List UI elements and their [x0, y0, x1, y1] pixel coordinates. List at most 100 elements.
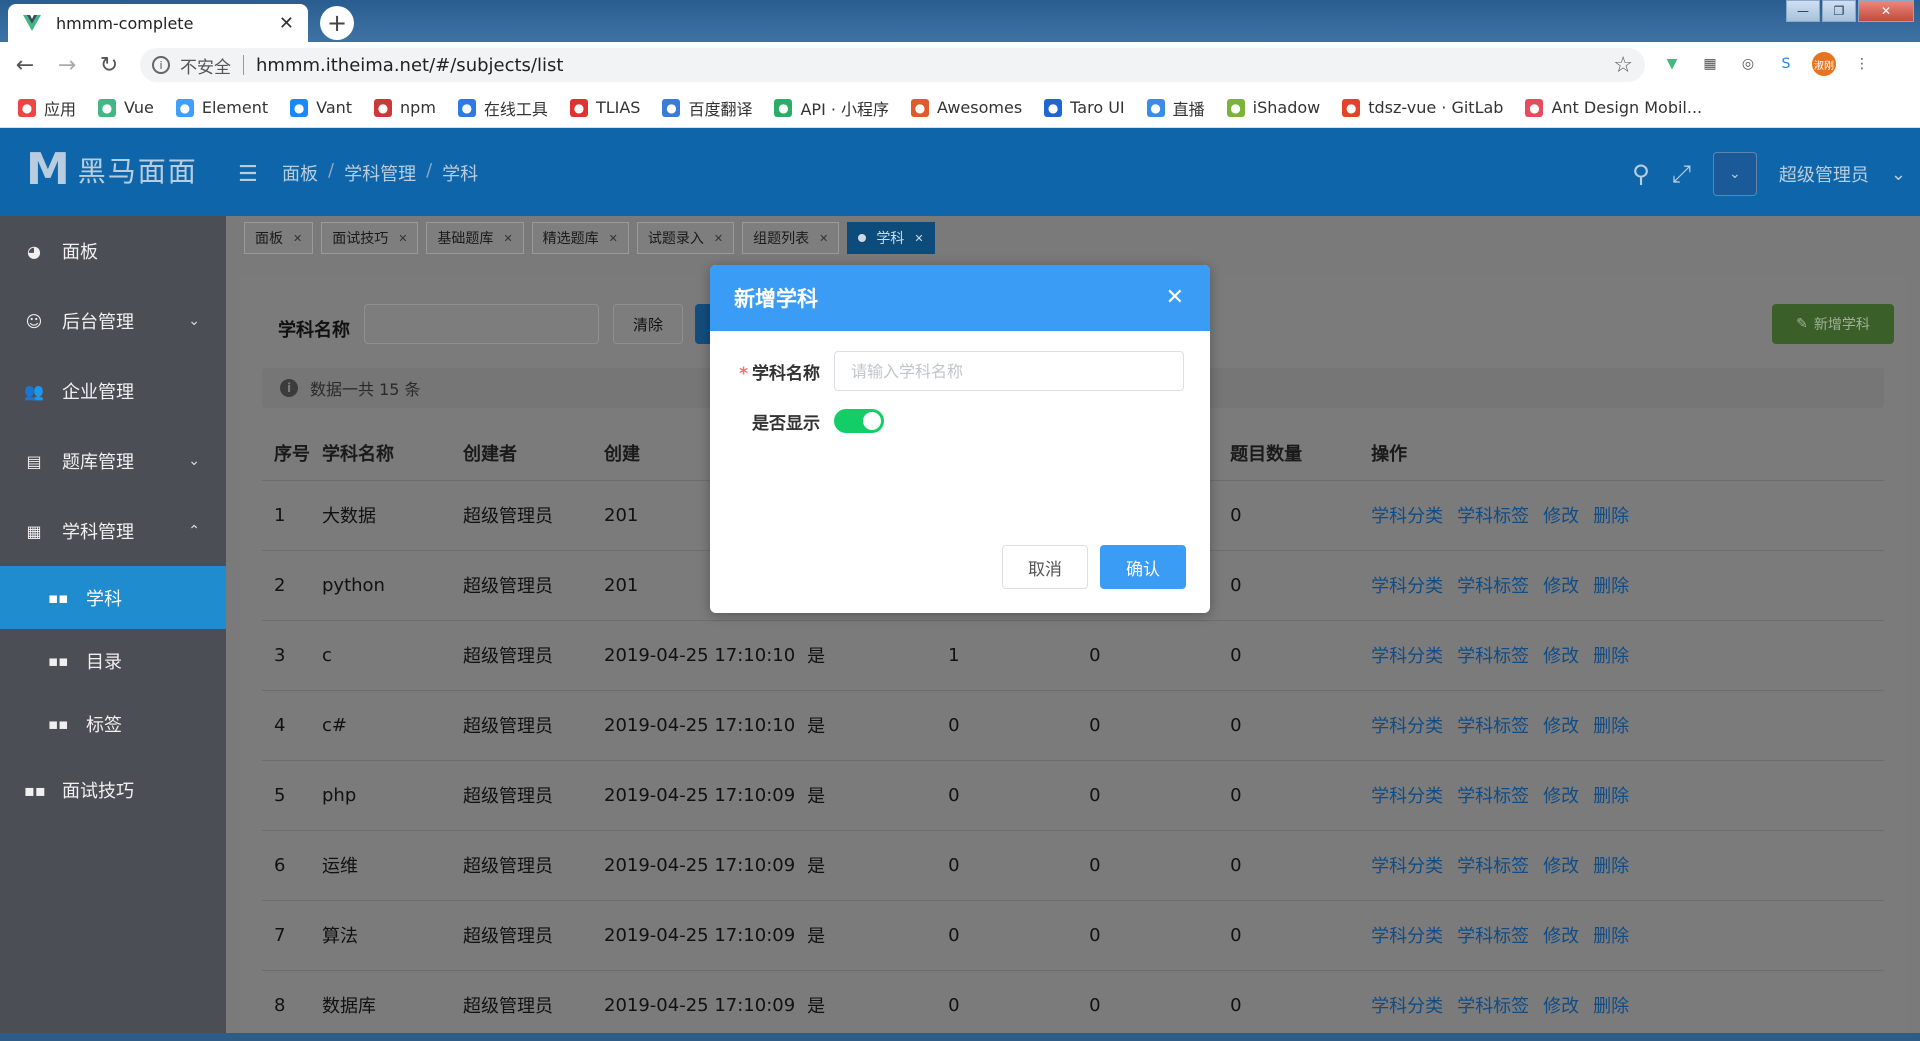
row-action-link[interactable]: 学科分类 — [1371, 926, 1443, 947]
confirm-button[interactable]: 确认 — [1100, 545, 1186, 589]
bookmark-item[interactable]: ● Vue — [98, 98, 154, 117]
row-action-link[interactable]: 修改 — [1543, 926, 1579, 947]
row-action-link[interactable]: 删除 — [1593, 926, 1629, 947]
bookmark-item[interactable]: ● Awesomes — [911, 98, 1022, 117]
new-tab-button[interactable]: + — [320, 6, 354, 40]
bookmark-star-icon[interactable]: ☆ — [1613, 53, 1633, 78]
bookmark-item[interactable]: ● npm — [374, 98, 436, 117]
bookmark-item[interactable]: ● 百度翻译 — [662, 96, 752, 120]
sidebar-item-interview[interactable]: ▪▪ 面试技巧 — [0, 755, 226, 825]
browser-tab[interactable]: hmmm-complete ✕ — [8, 4, 308, 42]
tag-item[interactable]: 面试技巧 ✕ — [321, 222, 419, 254]
tag-item[interactable]: 面板 ✕ — [244, 222, 314, 254]
minimize-icon[interactable]: — — [1786, 0, 1820, 22]
row-action-link[interactable]: 学科分类 — [1371, 646, 1443, 667]
close-icon[interactable]: ✕ — [609, 232, 618, 245]
row-action-link[interactable]: 学科分类 — [1371, 856, 1443, 877]
sidebar-item-question-bank[interactable]: ▤ 题库管理 ⌄ — [0, 426, 226, 496]
bookmark-item[interactable]: ● API · 小程序 — [774, 96, 889, 120]
bookmark-item[interactable]: ● 在线工具 — [457, 96, 548, 120]
cancel-button[interactable]: 取消 — [1002, 545, 1088, 589]
back-icon[interactable]: ← — [8, 53, 42, 78]
url-field[interactable]: i 不安全 hmmm.itheima.net/#/subjects/list ☆ — [140, 48, 1645, 82]
sidebar-item-admin[interactable]: ☺ 后台管理 ⌄ — [0, 286, 226, 356]
row-action-link[interactable]: 学科分类 — [1371, 576, 1443, 597]
close-tab-icon[interactable]: ✕ — [279, 13, 294, 34]
row-action-link[interactable]: 删除 — [1593, 506, 1629, 527]
sidebar-subitem-subject[interactable]: ▪▪ 学科 — [0, 566, 226, 629]
row-action-link[interactable]: 学科标签 — [1457, 856, 1529, 877]
menu-kebab-icon[interactable]: ⋮ — [1850, 52, 1874, 76]
close-icon[interactable]: ✕ — [819, 232, 828, 245]
window-close-icon[interactable]: ✕ — [1858, 0, 1914, 22]
tag-item[interactable]: 组题列表 ✕ — [742, 222, 840, 254]
bookmark-item[interactable]: ● Ant Design Mobil... — [1525, 98, 1702, 117]
bookmark-item[interactable]: ● tdsz-vue · GitLab — [1342, 98, 1503, 117]
sidebar-item-subject-mgmt[interactable]: ▦ 学科管理 ⌃ — [0, 496, 226, 566]
fullscreen-icon[interactable]: ⤢ — [1672, 160, 1691, 188]
collapse-menu-icon[interactable]: ☰ — [238, 162, 258, 187]
row-action-link[interactable]: 修改 — [1543, 646, 1579, 667]
search-input[interactable] — [364, 304, 599, 344]
row-action-link[interactable]: 删除 — [1593, 646, 1629, 667]
row-action-link[interactable]: 删除 — [1593, 786, 1629, 807]
row-action-link[interactable]: 学科标签 — [1457, 646, 1529, 667]
tag-item[interactable]: 精选题库 ✕ — [531, 222, 629, 254]
row-action-link[interactable]: 学科标签 — [1457, 576, 1529, 597]
row-action-link[interactable]: 学科分类 — [1371, 786, 1443, 807]
vue-devtools-icon[interactable]: ▼ — [1660, 52, 1684, 76]
bookmark-item[interactable]: ● TLIAS — [569, 98, 640, 117]
sidebar-subitem-catalog[interactable]: ▪▪ 目录 — [0, 629, 226, 692]
avatar[interactable]: ⌄ — [1712, 152, 1757, 196]
bookmark-item[interactable]: ● Element — [175, 98, 268, 117]
extension-circle-icon[interactable]: ◎ — [1736, 52, 1760, 76]
restore-icon[interactable]: ❐ — [1822, 0, 1856, 22]
row-action-link[interactable]: 学科分类 — [1371, 996, 1443, 1017]
row-action-link[interactable]: 修改 — [1543, 506, 1579, 527]
bookmark-item[interactable]: ● 应用 — [18, 96, 76, 120]
row-action-link[interactable]: 删除 — [1593, 576, 1629, 597]
sidebar-item-dashboard[interactable]: ◕ 面板 — [0, 216, 226, 286]
row-action-link[interactable]: 修改 — [1543, 576, 1579, 597]
row-action-link[interactable]: 学科分类 — [1371, 716, 1443, 737]
row-action-link[interactable]: 学科分类 — [1371, 506, 1443, 527]
tag-item[interactable]: 试题录入 ✕ — [636, 222, 735, 254]
breadcrumb-item[interactable]: 面板 — [282, 160, 318, 186]
close-icon[interactable]: ✕ — [1166, 285, 1184, 310]
row-action-link[interactable]: 学科标签 — [1457, 506, 1529, 527]
chevron-down-icon[interactable]: ⌄ — [1891, 164, 1906, 185]
close-icon[interactable]: ✕ — [914, 232, 923, 245]
close-icon[interactable]: ✕ — [398, 232, 407, 245]
extension-s-icon[interactable]: S — [1774, 52, 1798, 76]
site-info-icon[interactable]: i — [152, 56, 170, 74]
clear-button[interactable]: 清除 — [613, 304, 683, 344]
close-icon[interactable]: ✕ — [714, 232, 723, 245]
row-action-link[interactable]: 修改 — [1543, 856, 1579, 877]
row-action-link[interactable]: 学科标签 — [1457, 926, 1529, 947]
profile-avatar-icon[interactable]: 淑刚 — [1812, 52, 1836, 76]
row-action-link[interactable]: 学科标签 — [1457, 786, 1529, 807]
tag-item[interactable]: 学科 ✕ — [847, 222, 935, 254]
bookmark-item[interactable]: ● 直播 — [1146, 96, 1205, 120]
row-action-link[interactable]: 学科标签 — [1457, 716, 1529, 737]
show-toggle[interactable] — [834, 409, 884, 433]
row-action-link[interactable]: 修改 — [1543, 786, 1579, 807]
search-icon[interactable]: ⚲ — [1632, 160, 1650, 188]
row-action-link[interactable]: 删除 — [1593, 856, 1629, 877]
app-logo[interactable]: M 黑马面面 — [26, 148, 198, 192]
row-action-link[interactable]: 删除 — [1593, 716, 1629, 737]
bookmark-item[interactable]: ● iShadow — [1226, 98, 1320, 117]
row-action-link[interactable]: 删除 — [1593, 996, 1629, 1017]
subject-name-input[interactable] — [834, 351, 1184, 391]
row-action-link[interactable]: 学科标签 — [1457, 996, 1529, 1017]
breadcrumb-item[interactable]: 学科管理 — [344, 160, 416, 186]
sidebar-item-company[interactable]: 👥 企业管理 — [0, 356, 226, 426]
add-subject-button[interactable]: ✎ 新增学科 — [1772, 304, 1894, 344]
bookmark-item[interactable]: ● Vant — [290, 98, 352, 117]
bookmark-item[interactable]: ● Taro UI — [1044, 98, 1125, 117]
reload-icon[interactable]: ↻ — [92, 53, 126, 78]
close-icon[interactable]: ✕ — [503, 232, 512, 245]
user-name[interactable]: 超级管理员 — [1779, 161, 1869, 187]
row-action-link[interactable]: 修改 — [1543, 716, 1579, 737]
row-action-link[interactable]: 修改 — [1543, 996, 1579, 1017]
